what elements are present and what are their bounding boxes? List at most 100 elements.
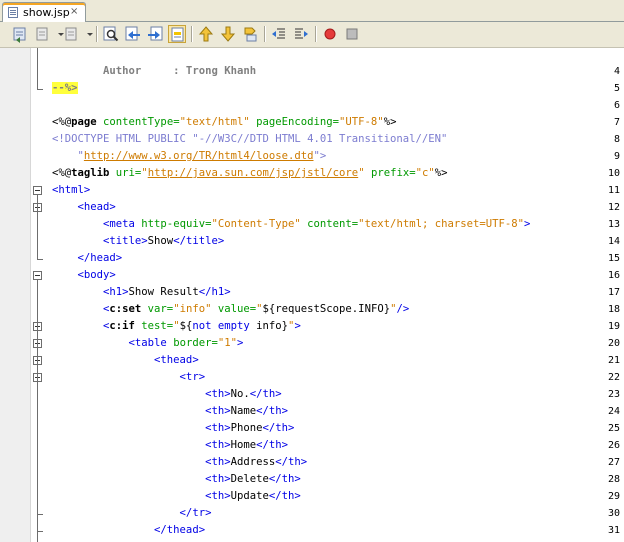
code-token: > — [524, 218, 531, 230]
code-token: /> — [396, 303, 410, 315]
code-line[interactable]: <thead> — [52, 352, 199, 369]
code-token: Author : Trong Khanh — [52, 65, 257, 77]
code-token: <th> — [52, 388, 231, 400]
code-token: "> — [313, 150, 327, 162]
line-number: 24 — [607, 406, 620, 417]
toolbar-separator — [315, 26, 316, 42]
code-line[interactable]: <table border="1"> — [52, 335, 244, 352]
code-token: </th> — [256, 439, 288, 451]
code-line[interactable]: </thead> — [52, 522, 205, 539]
code-editor[interactable]: 4 Author : Trong Khanh 5 --%> 6 7 <%@page con… — [0, 48, 624, 542]
line-number: 29 — [607, 491, 620, 502]
code-token: </th> — [256, 405, 288, 417]
stop-macro-icon[interactable] — [343, 25, 361, 43]
tab-show-jsp[interactable]: show.jsp × — [2, 2, 86, 22]
last-edit-dropdown-icon[interactable] — [52, 25, 64, 43]
fold-toggle-icon[interactable] — [33, 271, 42, 280]
code-token: not empty — [192, 320, 250, 332]
code-line[interactable]: <!DOCTYPE HTML PUBLIC "-//W3C//DTD HTML … — [52, 131, 447, 148]
code-line[interactable]: <th>No.</th> — [52, 386, 282, 403]
next-bookmark-icon[interactable] — [219, 25, 237, 43]
code-line[interactable]: <c:set var="info" value="${requestScope.… — [52, 301, 409, 318]
line-number: 11 — [607, 185, 620, 196]
code-token: </thead> — [52, 524, 206, 536]
code-token: c:if — [109, 320, 135, 332]
code-token: ${ — [179, 320, 193, 332]
code-line[interactable]: <th>Update</th> — [52, 488, 301, 505]
code-token: Update — [230, 490, 269, 502]
code-token: </head> — [52, 252, 123, 264]
jsp-file-icon — [8, 7, 18, 18]
start-macro-icon[interactable] — [321, 25, 339, 43]
find-next-icon[interactable] — [146, 25, 164, 43]
toggle-bookmark-icon[interactable] — [241, 25, 259, 43]
editor-tab-strip: show.jsp × — [0, 0, 624, 22]
code-line[interactable]: <th>Delete</th> — [52, 471, 301, 488]
code-line[interactable]: <tr> — [52, 369, 206, 386]
code-token: value= — [211, 303, 257, 315]
back-icon[interactable] — [11, 25, 29, 43]
fold-guide — [37, 48, 38, 88]
code-token: %> — [434, 167, 448, 179]
toolbar-separator — [96, 26, 97, 42]
code-token: "UTF-8" — [339, 116, 384, 128]
shift-left-icon[interactable] — [270, 25, 288, 43]
fold-toggle-icon[interactable] — [33, 186, 42, 195]
find-previous-icon[interactable] — [124, 25, 142, 43]
code-line[interactable]: <title>Show</title> — [52, 233, 224, 250]
code-line[interactable]: <body> — [52, 267, 116, 284]
line-number: 20 — [607, 338, 620, 349]
code-token: Name — [230, 405, 257, 417]
code-line[interactable]: <th>Name</th> — [52, 403, 288, 420]
code-token: %> — [383, 116, 397, 128]
code-token: <th> — [52, 405, 231, 417]
shift-right-icon[interactable] — [292, 25, 310, 43]
code-token: <title> — [52, 235, 148, 247]
code-line[interactable]: <meta http-equiv="Content-Type" content=… — [52, 216, 530, 233]
code-line[interactable]: <%@taglib uri="http://java.sun.com/jsp/j… — [52, 165, 448, 182]
code-token: </h1> — [198, 286, 231, 298]
forward-icon[interactable] — [63, 25, 81, 43]
code-token: page — [71, 116, 97, 128]
code-token: "text/html; charset=UTF-8" — [358, 218, 524, 230]
code-token: prefix= — [364, 167, 416, 179]
line-number: 28 — [607, 474, 620, 485]
forward-dropdown-icon[interactable] — [81, 25, 93, 43]
line-number: 31 — [607, 525, 620, 536]
code-token: </th> — [268, 490, 301, 502]
code-line[interactable]: </tr> — [52, 505, 212, 522]
code-token: "Content-Type" — [211, 218, 301, 230]
code-line[interactable]: <th>Home</th> — [52, 437, 288, 454]
code-line[interactable]: <%@page contentType="text/html" pageEnco… — [52, 114, 396, 131]
code-line[interactable]: --%> — [52, 80, 78, 97]
code-line[interactable]: </head> — [52, 250, 123, 267]
line-number: 9 — [613, 151, 620, 162]
code-token: Show Result — [128, 286, 199, 298]
line-number: 10 — [607, 168, 620, 179]
code-line[interactable]: <th>Address</th> — [52, 454, 307, 471]
code-token: var= — [141, 303, 174, 315]
code-token: <th> — [52, 422, 231, 434]
code-line[interactable]: <html> — [52, 182, 90, 199]
close-tab-icon[interactable]: × — [70, 6, 78, 17]
code-token: < — [52, 303, 110, 315]
code-line[interactable]: <th>Phone</th> — [52, 420, 294, 437]
toggle-highlight-icon[interactable] — [168, 25, 186, 43]
code-line[interactable]: <head> — [52, 199, 116, 216]
line-number: 30 — [607, 508, 620, 519]
code-token: <table — [52, 337, 167, 349]
code-token: Home — [230, 439, 257, 451]
code-line[interactable]: Author : Trong Khanh — [52, 63, 256, 80]
code-token: http-equiv= — [134, 218, 212, 230]
code-token: > — [236, 337, 244, 349]
fold-end-marker — [37, 84, 43, 90]
find-icon[interactable] — [102, 25, 120, 43]
previous-bookmark-icon[interactable] — [197, 25, 215, 43]
code-line[interactable]: <c:if test="${not empty info}"> — [52, 318, 301, 335]
code-token: contentType= — [96, 116, 180, 128]
line-number: 8 — [613, 134, 620, 145]
last-edit-icon[interactable] — [34, 25, 52, 43]
code-token: " — [52, 150, 84, 162]
code-line[interactable]: <h1>Show Result</h1> — [52, 284, 231, 301]
code-line[interactable]: "http://www.w3.org/TR/html4/loose.dtd"> — [52, 148, 327, 165]
